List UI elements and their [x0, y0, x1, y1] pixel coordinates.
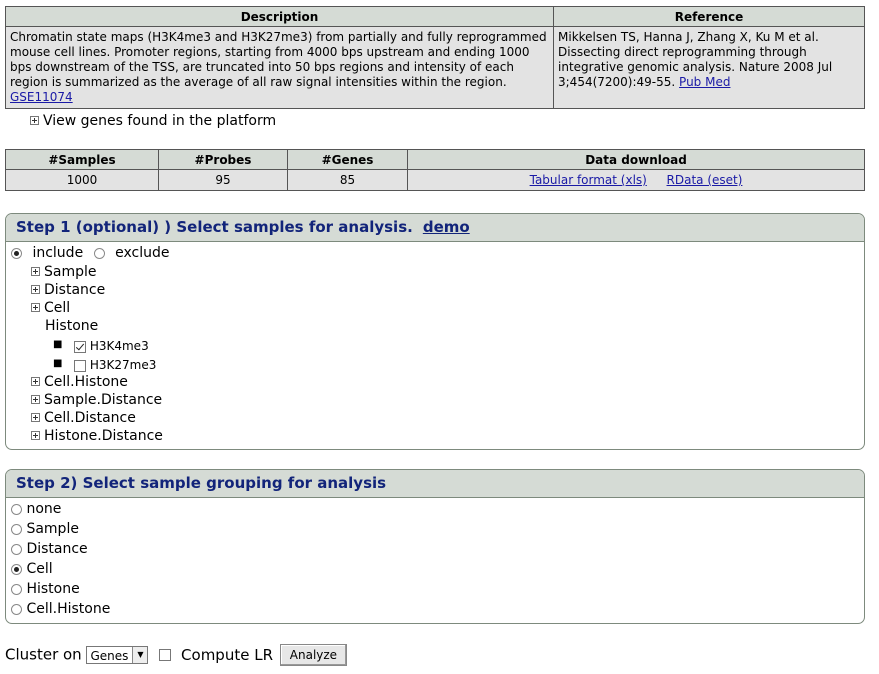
tree-item-cell-histone[interactable]: Cell.Histone — [31, 373, 128, 391]
step1-title: Step 1 (optional) ) Select samples for a… — [16, 218, 413, 236]
tree-label: Sample.Distance — [44, 392, 163, 408]
samples-count: 1000 — [5, 169, 159, 191]
chevron-down-icon[interactable]: ▼ — [132, 647, 148, 663]
grouping-option-cell-histone[interactable]: Cell.Histone — [11, 600, 110, 618]
include-radio[interactable] — [11, 247, 22, 259]
tree-label: Histone — [45, 318, 99, 334]
include-label: include — [32, 245, 84, 261]
plus-box-icon[interactable] — [31, 284, 40, 294]
tree-label: Distance — [44, 282, 106, 298]
probes-count: 95 — [158, 169, 288, 191]
plus-box-icon[interactable] — [31, 394, 40, 404]
step2-panel: Step 2) Select sample grouping for analy… — [5, 469, 865, 624]
tree-label: Cell.Histone — [44, 374, 128, 390]
plus-box-icon[interactable] — [31, 302, 40, 312]
grouping-label: Sample — [26, 521, 79, 537]
grouping-radio[interactable] — [11, 523, 22, 535]
bullet-icon: ■ — [53, 358, 63, 369]
view-genes-toggle[interactable]: View genes found in the platform — [30, 112, 276, 130]
download-rdata-link[interactable]: RData (eset) — [667, 173, 743, 187]
h3k27me3-checkbox[interactable] — [74, 359, 86, 372]
tree-item-histone: Histone — [45, 317, 98, 335]
include-exclude-group: include exclude — [11, 244, 169, 262]
grouping-option-sample[interactable]: Sample — [11, 520, 79, 538]
reference-cell: Mikkelsen TS, Hanna J, Zhang X, Ku M et … — [553, 26, 865, 109]
grouping-label: Histone — [26, 581, 80, 597]
plus-box-icon[interactable] — [30, 115, 39, 125]
tree-item-sample[interactable]: Sample — [31, 263, 97, 281]
grouping-label: Cell.Histone — [26, 601, 111, 617]
tree-item-distance[interactable]: Distance — [31, 281, 105, 299]
grouping-radio[interactable] — [11, 503, 22, 515]
step2-header: Step 2) Select sample grouping for analy… — [6, 470, 864, 498]
probes-header: #Probes — [158, 149, 288, 170]
h3k27me3-label: H3K27me3 — [89, 358, 157, 372]
tree-label: Histone.Distance — [44, 428, 163, 444]
grouping-radio[interactable] — [11, 603, 22, 615]
tree-label: Cell.Distance — [44, 410, 136, 426]
tree-label: Sample — [44, 264, 97, 280]
plus-box-icon[interactable] — [31, 266, 40, 276]
grouping-label: Cell — [26, 561, 53, 577]
cluster-label: Cluster on — [5, 645, 82, 664]
grouping-option-cell[interactable]: Cell — [11, 560, 53, 578]
exclude-label: exclude — [115, 245, 170, 261]
analysis-controls: Cluster on Genes ▼ Compute LR Analyze — [5, 644, 348, 666]
pubmed-link[interactable]: Pub Med — [679, 75, 730, 89]
download-cell: Tabular format (xls) RData (eset) — [407, 169, 865, 191]
demo-link[interactable]: demo — [423, 218, 470, 236]
step1-header: Step 1 (optional) ) Select samples for a… — [6, 214, 864, 242]
h3k4me3-label: H3K4me3 — [89, 339, 149, 353]
tree-item-histone-distance[interactable]: Histone.Distance — [31, 427, 163, 445]
gse-link[interactable]: GSE11074 — [10, 90, 73, 104]
plus-box-icon[interactable] — [31, 430, 40, 440]
bullet-icon: ■ — [53, 339, 63, 350]
grouping-option-histone[interactable]: Histone — [11, 580, 80, 598]
stats-table: #Samples #Probes #Genes Data download 10… — [5, 149, 865, 191]
description-header: Description — [5, 6, 554, 27]
download-xls-link[interactable]: Tabular format (xls) — [530, 173, 647, 187]
description-table: Description Reference Chromatin state ma… — [5, 6, 865, 109]
reference-header: Reference — [553, 6, 865, 27]
cluster-value: Genes — [90, 649, 129, 663]
h3k4me3-checkbox[interactable] — [74, 340, 86, 353]
grouping-label: Distance — [26, 541, 88, 557]
grouping-option-distance[interactable]: Distance — [11, 540, 88, 558]
view-genes-label: View genes found in the platform — [43, 113, 277, 129]
exclude-radio[interactable] — [93, 247, 105, 259]
grouping-radio[interactable] — [11, 583, 22, 595]
tree-item-cell[interactable]: Cell — [31, 299, 70, 317]
download-header: Data download — [407, 149, 865, 170]
plus-box-icon[interactable] — [31, 376, 40, 386]
genes-count: 85 — [287, 169, 408, 191]
cluster-select[interactable]: Genes ▼ — [86, 646, 149, 664]
histone-option-h3k27me3: H3K27me3 — [74, 357, 156, 373]
description-cell: Chromatin state maps (H3K4me3 and H3K27m… — [5, 26, 554, 109]
grouping-option-none[interactable]: none — [11, 500, 61, 518]
description-text: Chromatin state maps (H3K4me3 and H3K27m… — [10, 30, 547, 89]
grouping-label: none — [26, 501, 62, 517]
compute-lr-checkbox[interactable] — [159, 649, 172, 661]
analyze-button[interactable]: Analyze — [279, 644, 348, 666]
step2-title: Step 2) Select sample grouping for analy… — [16, 474, 387, 492]
samples-header: #Samples — [5, 149, 159, 170]
grouping-radio[interactable] — [11, 543, 22, 555]
tree-label: Cell — [44, 300, 71, 316]
grouping-radio[interactable] — [11, 563, 22, 575]
genes-header: #Genes — [287, 149, 408, 170]
histone-option-h3k4me3: H3K4me3 — [74, 338, 149, 354]
tree-item-sample-distance[interactable]: Sample.Distance — [31, 391, 162, 409]
tree-item-cell-distance[interactable]: Cell.Distance — [31, 409, 136, 427]
compute-lr-label: Compute LR — [181, 645, 273, 664]
plus-box-icon[interactable] — [31, 412, 40, 422]
